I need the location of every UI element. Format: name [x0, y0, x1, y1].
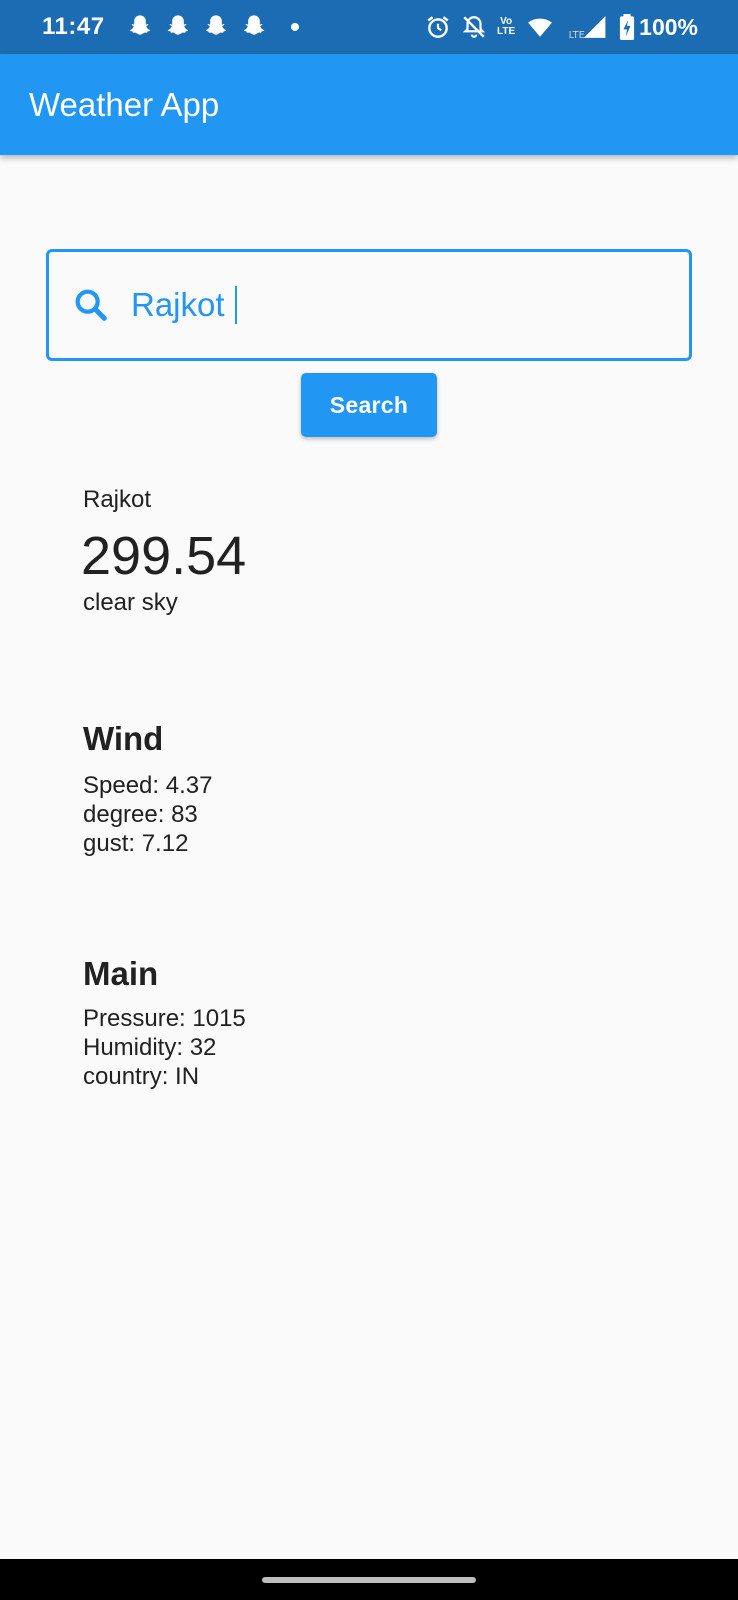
battery-percentage: 100% [639, 13, 698, 40]
wind-title: Wind [83, 720, 164, 757]
wind-degree: degree: 83 [83, 801, 198, 828]
status-time: 11:47 [42, 13, 105, 40]
status-right: Vo LTE LTE 100% [415, 14, 698, 41]
alarm-icon [427, 16, 449, 38]
snapchat-icon [205, 15, 226, 35]
search-button[interactable]: Search [301, 373, 437, 437]
svg-text:LTE: LTE [569, 30, 585, 40]
snapchat-icon [167, 15, 188, 35]
notification-dot-icon [290, 23, 299, 31]
app-bar: Weather App [0, 54, 738, 155]
main-humidity: Humidity: 32 [83, 1034, 217, 1061]
search-input[interactable]: Rajkot [131, 286, 225, 324]
snapchat-icon [243, 15, 264, 35]
status-left: 11:47 [42, 13, 299, 41]
city-name: Rajkot [83, 486, 152, 513]
text-cursor [234, 286, 237, 324]
navigation-bar [0, 1559, 738, 1600]
wifi-icon [528, 18, 553, 37]
home-gesture-handle[interactable] [262, 1577, 476, 1583]
wind-speed: Speed: 4.37 [83, 772, 213, 799]
battery-icon [620, 14, 635, 40]
temperature-value: 299.54 [81, 526, 247, 586]
main-country: country: IN [83, 1063, 200, 1090]
main-title: Main [83, 955, 159, 992]
app-title: Weather App [29, 85, 220, 123]
status-bar: 11:47 Vo LTE LTE 100% [0, 0, 738, 54]
signal-icon: LTE [569, 16, 606, 40]
main-pressure: Pressure: 1015 [83, 1005, 246, 1032]
snapchat-icon [129, 15, 150, 35]
search-field[interactable]: Rajkot [46, 249, 692, 361]
bell-off-icon [462, 16, 486, 38]
weather-condition: clear sky [83, 589, 178, 616]
wind-gust: gust: 7.12 [83, 830, 189, 857]
volte-icon: Vo LTE [497, 16, 516, 37]
search-icon [75, 289, 107, 321]
